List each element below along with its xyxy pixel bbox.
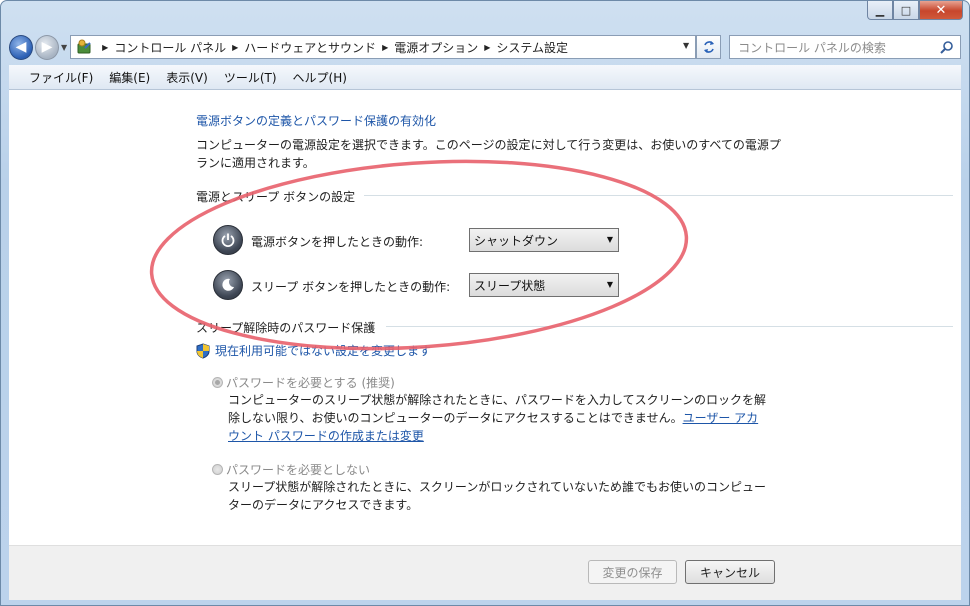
navigation-bar: ◀ ▶ ▼ ▶ コントロール パネル ▶ ハードウェアとサウンド ▶ 電源オプシ… — [9, 33, 961, 61]
window-frame: ▁ □ ✕ ◀ ▶ ▼ ▶ コントロール パネル ▶ ハードウェアとサウンド ▶… — [0, 0, 970, 606]
menu-file[interactable]: ファイル(F) — [21, 69, 101, 86]
breadcrumb-hardware-sound[interactable]: ハードウェアとサウンド — [244, 39, 376, 56]
breadcrumb-separator-icon: ▶ — [232, 42, 239, 52]
sleep-icon — [213, 270, 243, 300]
no-password-option[interactable]: パスワードを必要としない — [212, 461, 370, 478]
breadcrumb-separator-icon: ▶ — [484, 42, 491, 52]
group-divider — [364, 195, 953, 196]
search-input[interactable]: コントロール パネルの検索 — [729, 35, 961, 59]
sleep-button-label: スリープ ボタンを押したときの動作: — [251, 280, 451, 294]
sleep-button-action-select[interactable]: スリープ状態 ▼ — [469, 273, 619, 297]
content-area: 電源ボタンの定義とパスワード保護の有効化 コンピューターの電源設定を選択できます… — [9, 90, 961, 545]
breadcrumb-separator-icon: ▶ — [102, 42, 109, 52]
footer-bar: 変更の保存 キャンセル — [9, 545, 961, 600]
refresh-icon — [703, 41, 714, 53]
require-password-description: コンピューターのスリープ状態が解除されたときに、パスワードを入力してスクリーンの… — [228, 391, 768, 445]
menu-tools[interactable]: ツール(T) — [216, 69, 285, 86]
menu-help[interactable]: ヘルプ(H) — [285, 69, 355, 86]
breadcrumb-system-settings[interactable]: システム設定 — [496, 39, 568, 56]
power-button-action-value: シャットダウン — [474, 233, 559, 248]
breadcrumb-power-options[interactable]: 電源オプション — [394, 39, 478, 56]
change-unavailable-settings-link[interactable]: 現在利用可能ではない設定を変更します — [196, 342, 431, 359]
chevron-down-icon: ▼ — [606, 235, 613, 244]
control-panel-icon — [75, 39, 93, 55]
uac-shield-icon — [196, 342, 210, 359]
menu-edit[interactable]: 編集(E) — [101, 69, 158, 86]
group-divider — [386, 326, 953, 327]
menu-view[interactable]: 表示(V) — [158, 69, 216, 86]
no-password-label: パスワードを必要としない — [226, 463, 371, 477]
power-group-header: 電源とスリープ ボタンの設定 — [196, 190, 356, 204]
back-button[interactable]: ◀ — [9, 34, 33, 60]
maximize-button[interactable]: □ — [893, 1, 919, 20]
forward-button[interactable]: ▶ — [35, 34, 59, 60]
no-password-radio[interactable] — [212, 464, 223, 475]
address-bar[interactable]: ▶ コントロール パネル ▶ ハードウェアとサウンド ▶ 電源オプション ▶ シ… — [70, 35, 697, 59]
sleep-button-action-value: スリープ状態 — [474, 278, 546, 293]
breadcrumb-control-panel[interactable]: コントロール パネル — [114, 39, 226, 56]
minimize-button[interactable]: ▁ — [867, 1, 893, 20]
close-button[interactable]: ✕ — [919, 1, 963, 20]
caption-buttons: ▁ □ ✕ — [867, 1, 963, 20]
menu-bar: ファイル(F) 編集(E) 表示(V) ツール(T) ヘルプ(H) — [9, 65, 961, 90]
no-password-description: スリープ状態が解除されたときに、スクリーンがロックされていないため誰でもお使いの… — [228, 480, 766, 512]
refresh-button[interactable] — [696, 35, 722, 59]
save-changes-button[interactable]: 変更の保存 — [588, 560, 677, 584]
address-dropdown-icon[interactable]: ▼ — [683, 41, 689, 50]
power-button-action-select[interactable]: シャットダウン ▼ — [469, 228, 619, 252]
power-button-label: 電源ボタンを押したときの動作: — [251, 235, 424, 249]
page-description: コンピューターの電源設定を選択できます。このページの設定に対して行う変更は、お使… — [196, 138, 781, 170]
require-password-label: パスワードを必要とする (推奨) — [226, 376, 395, 390]
power-icon — [213, 225, 243, 255]
search-icon[interactable] — [940, 40, 954, 57]
breadcrumb-separator-icon: ▶ — [382, 42, 389, 52]
password-group-header: スリープ解除時のパスワード保護 — [196, 321, 376, 335]
require-password-radio[interactable] — [212, 377, 223, 388]
require-password-option[interactable]: パスワードを必要とする (推奨) — [212, 374, 395, 391]
change-settings-link-text[interactable]: 現在利用可能ではない設定を変更します — [215, 342, 431, 359]
history-dropdown-icon[interactable]: ▼ — [61, 43, 67, 52]
search-placeholder: コントロール パネルの検索 — [738, 40, 886, 55]
page-title-link[interactable]: 電源ボタンの定義とパスワード保護の有効化 — [196, 112, 436, 129]
chevron-down-icon: ▼ — [606, 280, 613, 289]
cancel-button[interactable]: キャンセル — [685, 560, 775, 584]
